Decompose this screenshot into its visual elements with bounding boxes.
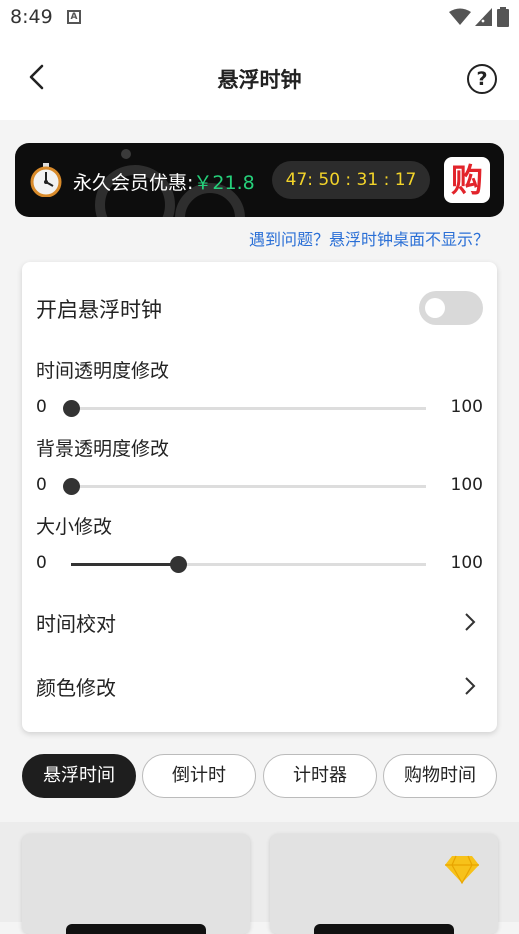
enable-floating-clock-label: 开启悬浮时钟 (36, 298, 162, 322)
time-calibration-label: 时间校对 (36, 612, 116, 636)
status-bar: 8:49 A (0, 0, 519, 36)
settings-card: 开启悬浮时钟 时间透明度修改 0 100 背景透明度修改 0 100 大小修改 … (22, 262, 497, 732)
slider-max: 100 (450, 397, 483, 417)
slider-min: 0 (36, 553, 47, 573)
time-calibration-row[interactable]: 时间校对 (22, 596, 497, 648)
background-opacity-slider[interactable] (63, 478, 426, 495)
slider-thumb[interactable] (169, 556, 187, 573)
tab-countdown[interactable]: 倒计时 (142, 754, 256, 798)
buy-button[interactable]: 购 (444, 157, 490, 203)
promo-label: 永久会员优惠:￥21.8 (73, 168, 255, 195)
style-preview-card[interactable] (270, 834, 498, 934)
enable-floating-clock-toggle[interactable] (419, 291, 483, 325)
clock-preview (66, 924, 206, 934)
color-modify-label: 颜色修改 (36, 676, 116, 700)
chevron-right-icon (465, 613, 476, 631)
clock-preview (314, 924, 454, 934)
help-icon[interactable]: ? (467, 64, 497, 94)
color-modify-row[interactable]: 颜色修改 (22, 660, 497, 712)
slider-min: 0 (36, 475, 47, 495)
slider-max: 100 (450, 475, 483, 495)
background-opacity-label: 背景透明度修改 (36, 438, 170, 460)
promo-text: 永久会员优惠: (73, 172, 194, 194)
background-opacity-slider-row: 0 100 (22, 471, 497, 501)
vip-promo-banner[interactable]: 永久会员优惠:￥21.8 47: 50 : 31 : 17 购 (15, 143, 504, 217)
chevron-right-icon (465, 677, 476, 695)
system-icons (449, 7, 509, 27)
status-time: 8:49 (10, 6, 53, 28)
slider-thumb[interactable] (63, 478, 80, 495)
slider-min: 0 (36, 397, 47, 417)
style-preview-card[interactable] (22, 834, 250, 934)
wifi-icon (449, 8, 471, 25)
battery-icon (497, 7, 509, 27)
style-preview-grid (0, 822, 519, 934)
promo-countdown: 47: 50 : 31 : 17 (272, 161, 430, 199)
tab-timer[interactable]: 计时器 (263, 754, 377, 798)
notification-a-icon: A (67, 10, 81, 24)
stopwatch-icon (30, 163, 62, 197)
page-title: 悬浮时钟 (217, 68, 302, 92)
size-slider[interactable] (71, 556, 426, 573)
slider-thumb[interactable] (63, 400, 80, 417)
help-link[interactable]: 遇到问题？悬浮时钟桌面不显示？ (249, 226, 489, 250)
size-slider-row: 0 100 (22, 549, 497, 579)
signal-icon (475, 8, 492, 26)
time-opacity-slider-row: 0 100 (22, 393, 497, 423)
promo-price: ￥21.8 (193, 172, 255, 194)
diamond-icon (445, 855, 479, 884)
slider-fill (71, 563, 178, 566)
toggle-knob (425, 298, 445, 318)
size-label: 大小修改 (36, 516, 113, 538)
tab-floating-time[interactable]: 悬浮时间 (22, 754, 136, 798)
time-opacity-label: 时间透明度修改 (36, 360, 170, 382)
mode-tabs: 悬浮时间 倒计时 计时器 购物时间 (22, 754, 497, 798)
time-opacity-slider[interactable] (63, 400, 426, 417)
decoration-dot (121, 149, 131, 159)
tab-shopping-time[interactable]: 购物时间 (383, 754, 497, 798)
top-app-bar: 悬浮时钟 ? (0, 36, 519, 120)
slider-max: 100 (450, 553, 483, 573)
